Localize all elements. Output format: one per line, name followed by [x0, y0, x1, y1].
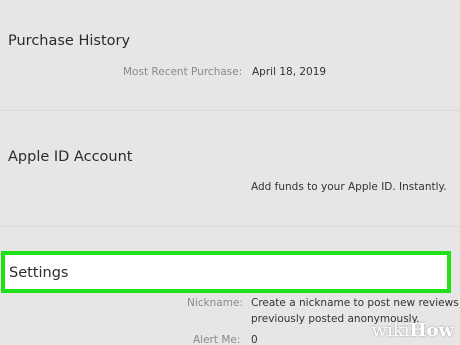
section-divider — [0, 226, 460, 227]
watermark-how-text: How — [409, 320, 454, 341]
most-recent-purchase-value: April 18, 2019 — [252, 66, 327, 78]
alert-me-value: 0 — [251, 334, 258, 345]
settings-heading: Settings — [9, 265, 69, 281]
alert-me-label: Alert Me: — [193, 334, 241, 345]
nickname-label: Nickname: — [187, 297, 243, 309]
purchase-history-heading: Purchase History — [8, 33, 131, 49]
wikihow-watermark: wikiHow — [372, 320, 454, 341]
section-divider — [0, 110, 460, 111]
nickname-description-line1: Create a nickname to post new reviews or — [251, 297, 460, 309]
apple-id-account-heading: Apple ID Account — [8, 149, 133, 165]
add-funds-text: Add funds to your Apple ID. Instantly. — [251, 181, 447, 193]
watermark-wiki-text: wiki — [371, 320, 410, 341]
account-settings-page: Purchase History Most Recent Purchase: A… — [0, 0, 460, 345]
most-recent-purchase-label: Most Recent Purchase: — [123, 66, 243, 78]
settings-section-header[interactable]: Settings — [1, 251, 451, 293]
